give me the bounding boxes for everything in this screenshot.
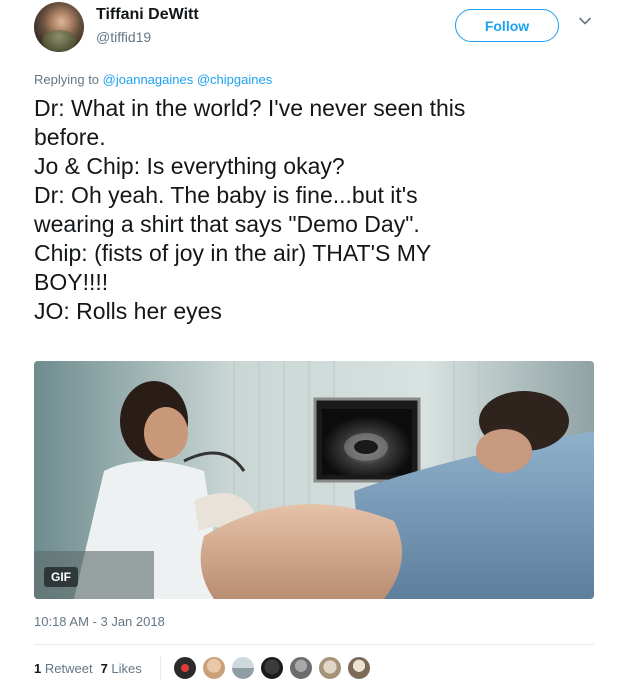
liker-avatar[interactable] bbox=[260, 656, 284, 680]
mention-link[interactable]: @joannagaines bbox=[103, 72, 194, 87]
stats-separator bbox=[160, 656, 161, 680]
retweet-label: Retweet bbox=[44, 661, 93, 676]
follow-button[interactable]: Follow bbox=[455, 9, 559, 42]
author-display-name[interactable]: Tiffani DeWitt bbox=[96, 6, 199, 24]
tweet-line: JO: Rolls her eyes bbox=[34, 298, 222, 324]
divider bbox=[34, 644, 594, 645]
liker-avatar[interactable] bbox=[318, 656, 342, 680]
tweet-line: Dr: What in the world? I've never seen t… bbox=[34, 95, 466, 121]
tweet-text: Dr: What in the world? I've never seen t… bbox=[34, 94, 604, 326]
likes-label: Likes bbox=[111, 661, 142, 676]
tweet-line: Jo & Chip: Is everything okay? bbox=[34, 153, 345, 179]
retweet-stat[interactable]: 1 Retweet bbox=[34, 661, 93, 676]
gif-badge: GIF bbox=[44, 567, 78, 587]
author-avatar[interactable] bbox=[34, 2, 84, 52]
mention-link[interactable]: @chipgaines bbox=[197, 72, 272, 87]
liker-avatar[interactable] bbox=[202, 656, 226, 680]
liker-avatar[interactable] bbox=[173, 656, 197, 680]
retweet-count: 1 bbox=[34, 661, 42, 676]
liker-avatar[interactable] bbox=[289, 656, 313, 680]
liker-avatar[interactable] bbox=[231, 656, 255, 680]
chevron-down-icon[interactable] bbox=[578, 14, 592, 28]
tweet-line: Dr: Oh yeah. The baby is fine...but it's bbox=[34, 182, 418, 208]
liker-avatar[interactable] bbox=[347, 656, 371, 680]
tweet-line: before. bbox=[34, 124, 106, 150]
ultrasound-scene-image bbox=[34, 361, 594, 599]
gif-media[interactable]: GIF bbox=[34, 361, 594, 599]
tweet-line: wearing a shirt that says "Demo Day". bbox=[34, 211, 420, 237]
tweet-line: Chip: (fists of joy in the air) THAT'S M… bbox=[34, 240, 432, 266]
author-handle[interactable]: @tiffid19 bbox=[96, 29, 151, 45]
tweet-line: BOY!!!! bbox=[34, 269, 109, 295]
replying-to-label: Replying to bbox=[34, 72, 100, 87]
like-count: 7 bbox=[100, 661, 108, 676]
tweet-stats: 1 Retweet 7 Likes bbox=[34, 661, 142, 676]
likes-stat[interactable]: 7 Likes bbox=[101, 661, 142, 676]
replying-to: Replying to @joannagaines @chipgaines bbox=[34, 72, 272, 87]
tweet-timestamp[interactable]: 10:18 AM - 3 Jan 2018 bbox=[34, 614, 165, 629]
